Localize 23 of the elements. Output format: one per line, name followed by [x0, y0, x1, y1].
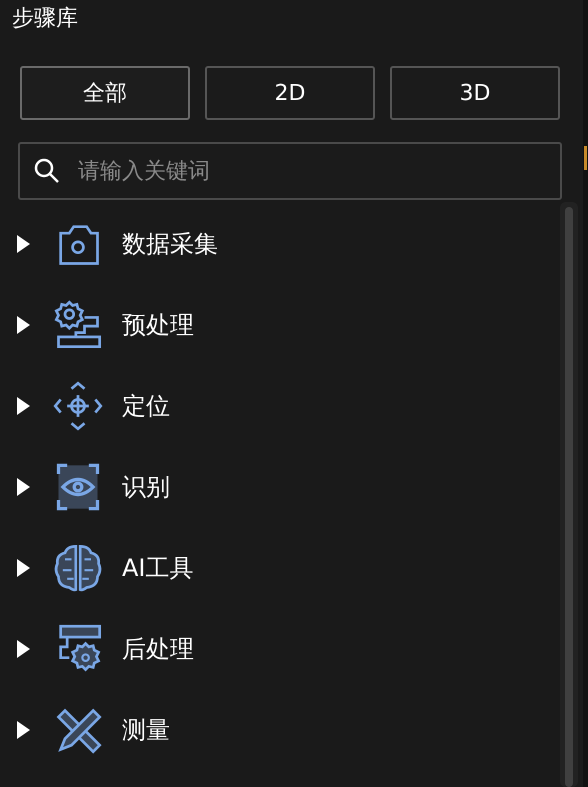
filter-button[interactable]: 3D: [390, 66, 560, 120]
filter-button[interactable]: 2D: [205, 66, 375, 120]
category-label[interactable]: 后处理: [122, 632, 194, 664]
category-label[interactable]: 定位: [122, 390, 170, 422]
expand-arrow-icon[interactable]: [14, 314, 32, 334]
category-label[interactable]: 预处理: [122, 308, 194, 340]
expand-arrow-icon[interactable]: [14, 720, 32, 740]
expand-arrow-icon[interactable]: [14, 558, 32, 578]
category-label[interactable]: 数据采集: [122, 228, 218, 260]
scrollbar[interactable]: [560, 202, 578, 787]
category-label[interactable]: AI工具: [122, 552, 194, 584]
panel-title: 步骤库: [11, 5, 78, 33]
expand-arrow-icon[interactable]: [14, 476, 32, 496]
search-icon: [34, 158, 60, 184]
expand-arrow-icon[interactable]: [14, 234, 32, 254]
gear-icon: [52, 298, 104, 350]
search-field[interactable]: 请输入关键词: [18, 142, 562, 200]
expand-arrow-icon[interactable]: [14, 396, 32, 416]
filter-button[interactable]: 全部: [20, 66, 190, 120]
category-label[interactable]: 识别: [122, 470, 170, 502]
expand-arrow-icon[interactable]: [14, 638, 32, 658]
crosshair-icon: [52, 380, 104, 432]
category-label[interactable]: 测量: [122, 714, 170, 746]
